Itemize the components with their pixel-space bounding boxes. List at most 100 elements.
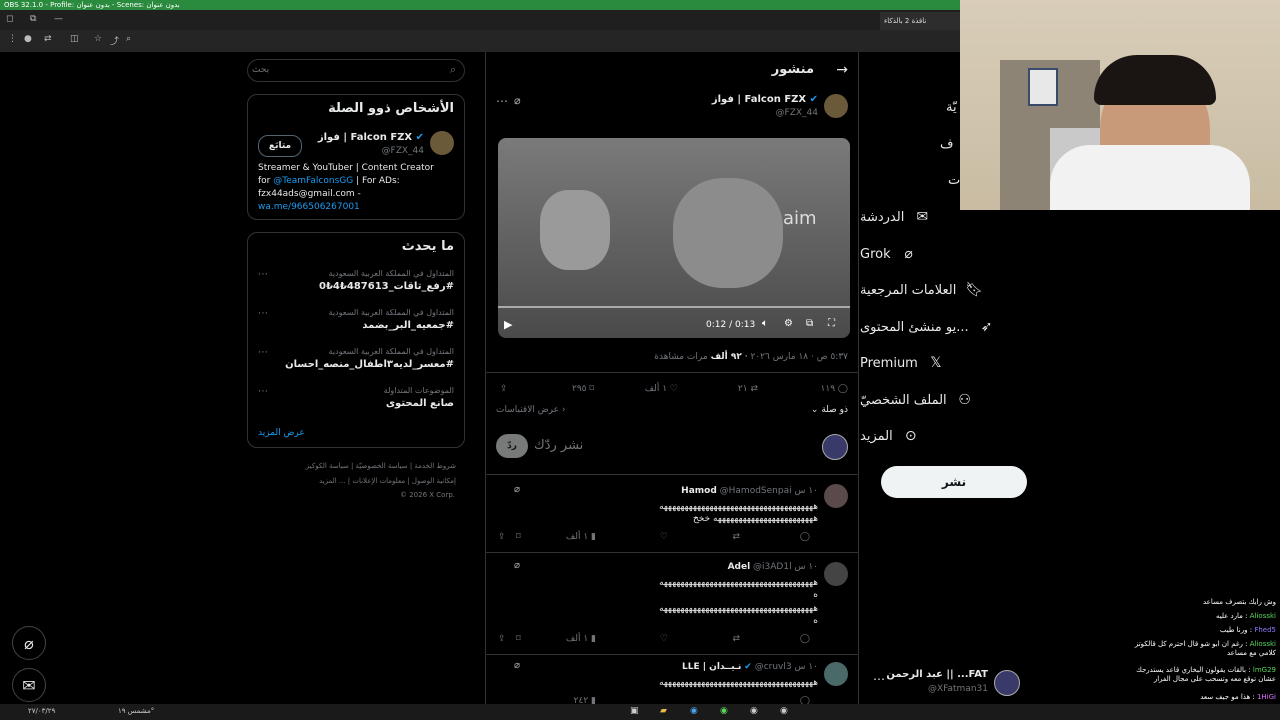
tab-icon[interactable]: ◻ (6, 14, 13, 24)
account-switcher[interactable]: FAT... || عبد الرحمن @XFatman31 ⋯ (870, 666, 1030, 698)
reply-input[interactable]: نشر ردّك (534, 438, 583, 453)
nav-creator-studio[interactable]: ➶ ...يو منشئ المحتوى (860, 315, 1020, 339)
avatar[interactable] (824, 484, 848, 508)
browser-tab[interactable]: نافذة 2 بالذكاء (880, 12, 960, 30)
avatar[interactable] (824, 562, 848, 586)
folder-icon[interactable]: ▰ (660, 706, 667, 716)
taskbar-app-icon[interactable]: ◉ (780, 706, 788, 716)
nav-bookmarks[interactable]: 🔖︎ العلامات المرجعية (860, 278, 1020, 302)
footer-link[interactable]: معلومات الإعلانات (352, 477, 405, 485)
back-arrow-icon[interactable]: → (836, 62, 848, 78)
grok-icon[interactable]: ⌀ (514, 484, 520, 495)
divider (486, 552, 858, 553)
nav-more[interactable]: ⊙ المزيد (860, 424, 1020, 448)
reply-handle: @cruvl3 (754, 662, 792, 672)
follow-button[interactable]: متابَع (258, 135, 302, 157)
trend-tag[interactable]: #رفع_تاقات_487613₺4₺0 (319, 281, 454, 292)
reply-text: هههههههههههههههههههههههههههههههههههههه (659, 604, 818, 614)
menu-icon[interactable]: ⋮ (8, 34, 17, 44)
views-action[interactable]: ١ ألف ▮ (566, 532, 596, 542)
post-button[interactable]: نشر (881, 466, 1027, 498)
nav-chat[interactable]: ✉ الدردشة (860, 205, 1020, 229)
translate-icon[interactable]: ⇄ (44, 34, 52, 44)
reply-action[interactable]: ١١٩ ◯ (821, 384, 848, 394)
profile-icon[interactable]: ● (24, 34, 32, 44)
avatar[interactable] (430, 131, 454, 155)
footer-link[interactable]: ... المزيد (319, 477, 346, 485)
taskbar-app-icon[interactable]: ▣ (630, 706, 639, 716)
relevance-dropdown[interactable]: ذو صلة ⌄ (811, 405, 848, 415)
heart-icon[interactable]: ♡ (660, 634, 668, 644)
taskbar-app-icon[interactable]: ◉ (720, 706, 728, 716)
more-icon[interactable]: ⋯ (258, 386, 268, 397)
extensions-icon[interactable]: ◫ (70, 34, 79, 44)
heart-icon[interactable]: ♡ (660, 532, 668, 542)
share-icon[interactable]: ⇪ (498, 634, 506, 644)
footer-links: شروط الخدمة | سياسة الخصوصيّة | سياسة ال… (305, 462, 456, 470)
trend-tag[interactable]: صانع المحتوى (386, 398, 454, 409)
settings-icon[interactable]: ⚙ (784, 318, 793, 329)
bookmark-action[interactable]: ٢٩٥ ⌑ (572, 384, 594, 394)
footer-link[interactable]: سياسة الخصوصيّة (356, 462, 408, 470)
nav-grok[interactable]: ⌀ Grok (860, 242, 1020, 266)
bookmark-icon[interactable]: ⌑ (516, 634, 521, 644)
view-quotes-link[interactable]: ‹ عرض الاقتباسات (496, 405, 565, 415)
nav-partial-2[interactable]: ف (940, 137, 953, 152)
reply-icon[interactable]: ◯ (800, 634, 810, 644)
pip-icon[interactable]: ⧉ (806, 318, 813, 329)
search-icon[interactable]: ⌕ (126, 34, 131, 44)
trend-tag[interactable]: #معسر_لديه٣اطفال_منصه_احسان (285, 359, 454, 370)
avatar (822, 434, 848, 460)
star-icon[interactable]: ☆ (94, 34, 102, 44)
person-icon: ⚇ (958, 392, 971, 408)
share-icon[interactable]: ⇪ (500, 384, 508, 394)
chat-message: Aliosski : مارد عليه (1215, 612, 1276, 620)
video-progress[interactable] (498, 306, 850, 308)
fullscreen-icon[interactable]: ⛶ (828, 318, 835, 329)
bookmark-icon[interactable]: ⌑ (516, 532, 521, 542)
share-icon[interactable]: ⤴ (110, 34, 119, 47)
avatar[interactable] (824, 94, 848, 118)
repost-action[interactable]: ٢١ ⇄ (738, 384, 758, 394)
show-more-link[interactable]: عرض المزيد (258, 428, 305, 438)
author-name[interactable]: فواز | Falcon FZX ✔ (712, 94, 818, 105)
repost-icon[interactable]: ⇄ (732, 532, 740, 542)
tab-icon[interactable]: ⧉ (30, 14, 36, 24)
more-icon[interactable]: ⋯ (258, 269, 268, 280)
related-bio-link[interactable]: wa.me/966506267001 (258, 202, 360, 212)
video-player[interactable]: aim ▶ 0:12 / 0:13 🔈︎ ⚙ ⧉ ⛶ (498, 138, 850, 338)
reply-icon[interactable]: ◯ (800, 532, 810, 542)
taskbar-app-icon[interactable]: ◉ (750, 706, 758, 716)
trend-tag[interactable]: #جمعيه_البر_بضمد (362, 320, 454, 331)
more-icon[interactable]: ⋯ (496, 94, 508, 108)
reply-text: ه (813, 590, 818, 600)
nav-partial-1[interactable]: يّة (946, 100, 957, 115)
volume-icon[interactable]: 🔈︎ (762, 318, 768, 329)
bio-link[interactable]: @TeamFalconsGG (273, 176, 353, 186)
search-input[interactable]: بحث ⌕ (247, 59, 465, 82)
like-action[interactable]: ١ ألف ♡ (645, 384, 678, 394)
play-icon[interactable]: ▶ (504, 318, 512, 331)
repost-icon[interactable]: ⇄ (732, 634, 740, 644)
browser-icon[interactable]: ◉ (690, 706, 698, 716)
footer-link[interactable]: إمكانية الوصول (412, 477, 456, 485)
nav-profile[interactable]: ⚇ الملف الشخصيّ (860, 388, 1020, 412)
minimize-icon[interactable]: — (54, 14, 63, 24)
grok-icon[interactable]: ⌀ (514, 560, 520, 571)
more-icon[interactable]: ⋯ (258, 347, 268, 358)
footer-link[interactable]: سياسة الكوكيز (306, 462, 349, 470)
grok-icon[interactable]: ⌀ (514, 94, 521, 107)
views-action[interactable]: ١ ألف ▮ (566, 634, 596, 644)
more-icon[interactable]: ⋯ (258, 308, 268, 319)
grok-icon[interactable]: ⌀ (514, 660, 520, 671)
webcam-feed (960, 0, 1280, 210)
footer-link[interactable]: شروط الخدمة (414, 462, 456, 470)
share-icon[interactable]: ⇪ (498, 532, 506, 542)
related-name[interactable]: فواز | Falcon FZX ✔ (318, 132, 424, 143)
avatar[interactable] (824, 662, 848, 686)
nav-partial-3[interactable]: ت (948, 173, 960, 188)
mail-icon[interactable]: ✉ (12, 668, 46, 702)
nav-premium[interactable]: 𝕏 Premium (860, 351, 1020, 375)
grok-icon[interactable]: ⌀ (12, 626, 46, 660)
reply-button[interactable]: ردّ (496, 434, 528, 458)
